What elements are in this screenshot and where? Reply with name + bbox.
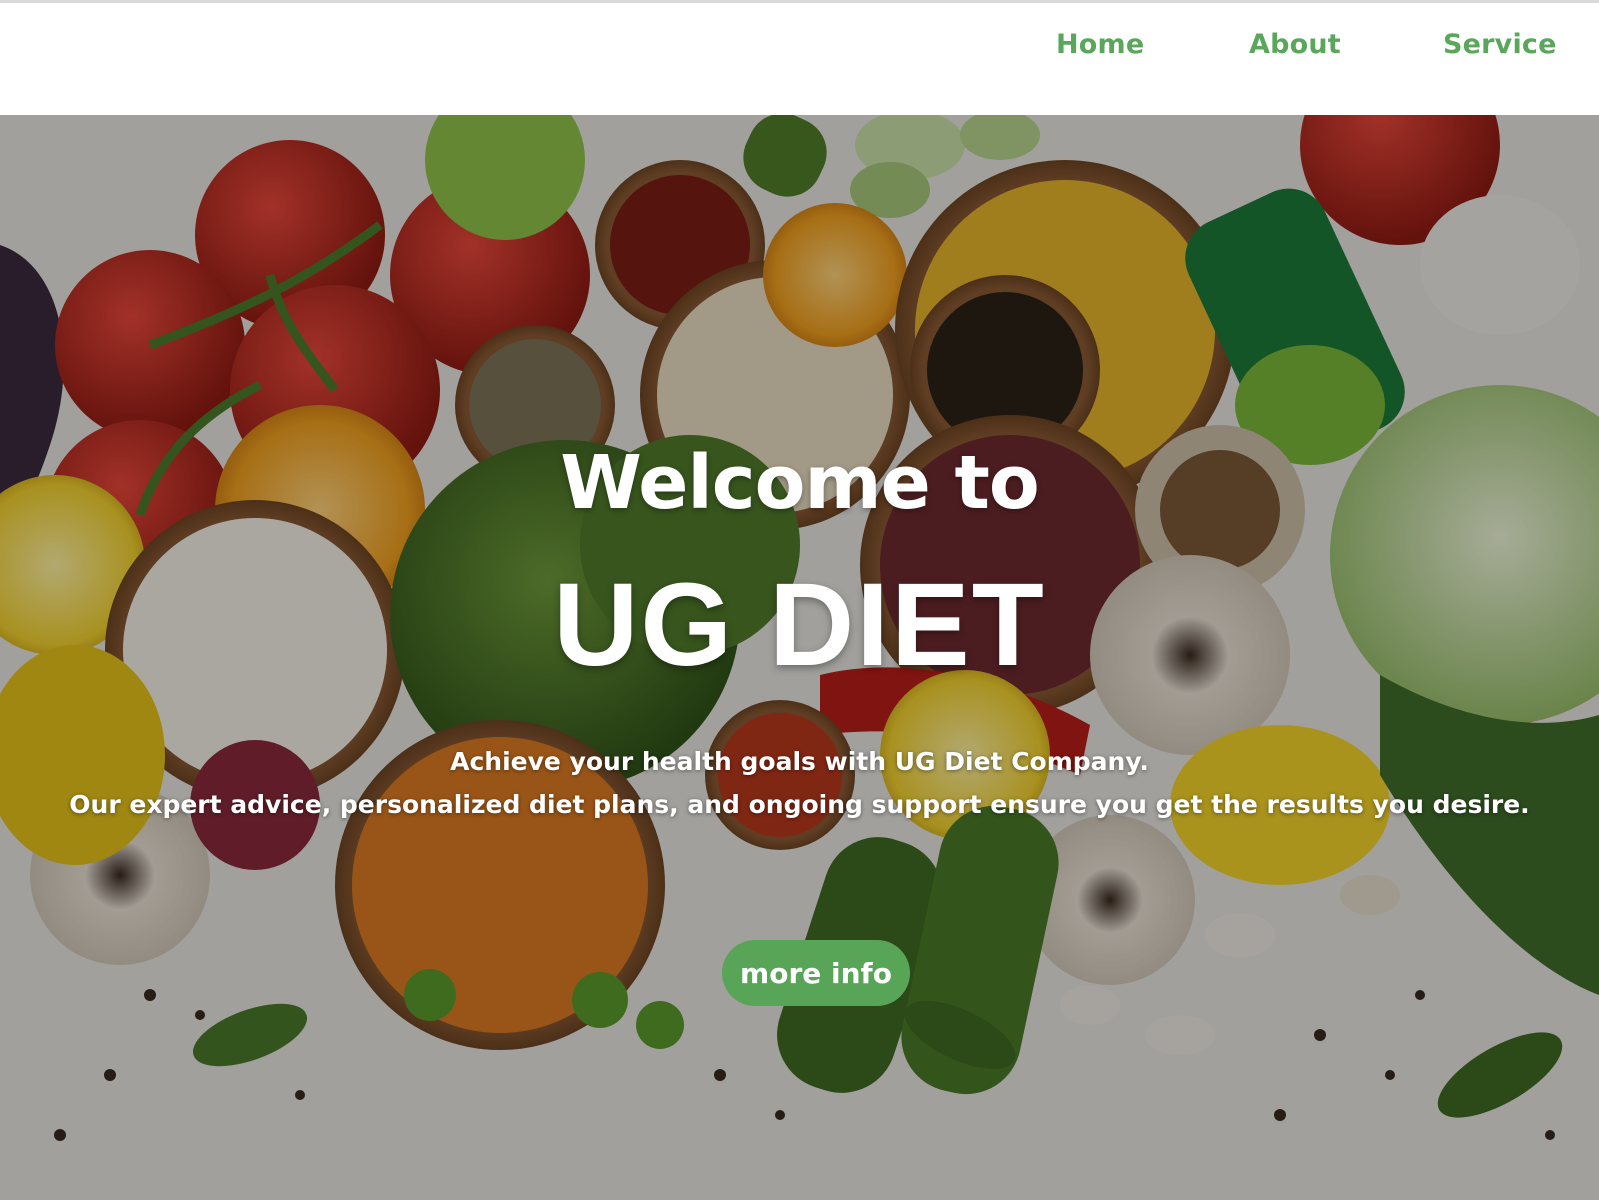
nav-service-link[interactable]: Service [1443,29,1557,60]
hero-brand-title: UG DIET [553,559,1046,691]
more-info-button[interactable]: more info [722,940,910,1006]
hero-description-line-1: Achieve your health goals with UG Diet C… [450,747,1149,776]
nav-about-link[interactable]: About [1249,29,1341,60]
hero-content: Welcome to UG DIET Achieve your health g… [0,115,1599,1200]
hero-description-line-2: Our expert advice, personalized diet pla… [69,790,1530,819]
hero-welcome-text: Welcome to [560,440,1040,526]
hero-description: Achieve your health goals with UG Diet C… [0,740,1599,826]
nav-home-link[interactable]: Home [1056,29,1144,60]
hero-section: Welcome to UG DIET Achieve your health g… [0,115,1599,1200]
navbar: Home About Service [0,3,1599,115]
